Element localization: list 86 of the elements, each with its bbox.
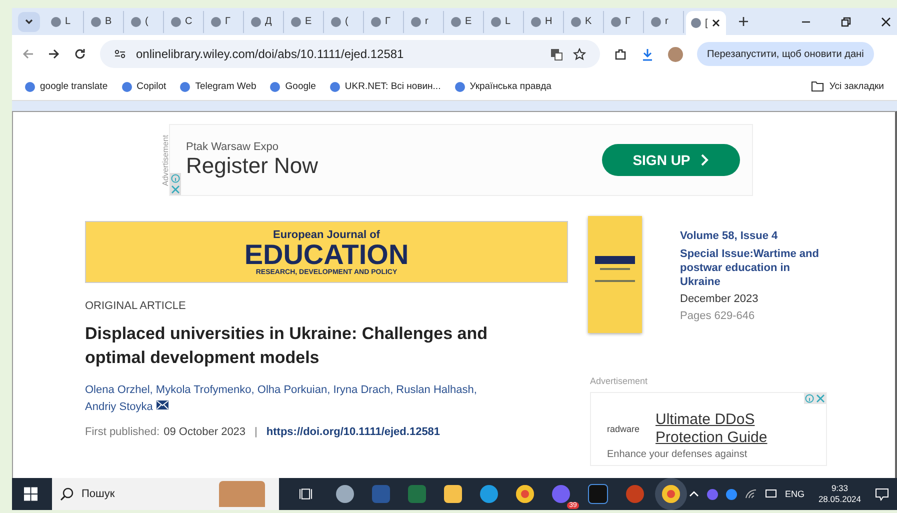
bookmark[interactable]: Telegram Web: [175, 79, 262, 94]
display-icon[interactable]: [764, 489, 777, 499]
search-icon: [60, 487, 74, 501]
browser-tab[interactable]: E: [446, 10, 484, 32]
bookmark[interactable]: Copilot: [116, 79, 172, 94]
issue-link[interactable]: Volume 58, Issue 4: [680, 229, 820, 243]
bookmark[interactable]: Українська правда: [450, 79, 556, 94]
folder-icon: [811, 81, 824, 92]
browser-tab[interactable]: L: [46, 10, 84, 32]
advertisement-label: Advertisement: [590, 376, 649, 386]
viber-icon[interactable]: [552, 485, 570, 503]
browser-tab[interactable]: K: [566, 10, 604, 32]
article-type: ORIGINAL ARTICLE: [85, 300, 187, 312]
app-icon[interactable]: [588, 484, 608, 504]
all-bookmarks-button[interactable]: Усі закладки: [806, 79, 889, 94]
zoom-tray-icon[interactable]: [726, 488, 737, 500]
ad-sponsor: Ptak Warsaw Expo: [186, 141, 280, 153]
browser-tab[interactable]: E: [286, 10, 324, 32]
browser-tab[interactable]: B: [86, 10, 124, 32]
ad-headline: Register Now: [186, 153, 320, 179]
forward-icon[interactable]: [48, 48, 60, 60]
update-button[interactable]: Перезапустити, щоб оновити дані: [697, 42, 874, 66]
browser-tab[interactable]: (: [126, 10, 164, 32]
back-icon[interactable]: [22, 48, 34, 60]
browser-tab[interactable]: (: [326, 10, 364, 32]
journal-cover-thumbnail[interactable]: [588, 216, 642, 333]
published-date: 09 October 2023: [164, 426, 246, 438]
published-label: First published:: [85, 426, 160, 438]
browser-tab[interactable]: Г: [606, 10, 644, 32]
separator: |: [254, 426, 258, 438]
browser-tab[interactable]: L: [486, 10, 524, 32]
browser-tab[interactable]: Г: [206, 10, 244, 32]
site-settings-icon[interactable]: [114, 48, 126, 60]
viber-tray-icon[interactable]: [706, 488, 718, 500]
browser-tab[interactable]: C: [166, 10, 204, 32]
close-icon[interactable]: [881, 16, 891, 26]
windows-start-icon[interactable]: [24, 487, 38, 501]
journal-subtitle: European Journal of: [273, 228, 380, 240]
bookmark[interactable]: UKR.NET: Всі новин...: [324, 79, 446, 94]
bookmark[interactable]: Google: [265, 79, 321, 94]
advertisement-label: Advertisement: [161, 133, 169, 188]
author-list[interactable]: Olena Orzhel, Mykola Trofymenko, Olha Porkuian, Iryna Drach, Ruslan Halhash, Andriy Stoyka: [85, 382, 505, 416]
envelope-icon[interactable]: [156, 400, 169, 410]
translate-icon[interactable]: [550, 48, 563, 60]
ad-headline-link[interactable]: Ultimate DDoS Protection Guide: [656, 411, 796, 447]
page-range: Pages 629-646: [680, 309, 756, 323]
close-icon[interactable]: [712, 19, 720, 27]
extensions-icon[interactable]: [614, 48, 627, 60]
special-issue-link[interactable]: Special Issue:Wartime and postwar education in Ukraine: [680, 247, 820, 289]
doi-link[interactable]: https://doi.org/10.1111/ejed.12581: [266, 426, 440, 438]
journal-title: EDUCATION: [244, 240, 409, 268]
powerpoint-icon[interactable]: [626, 485, 644, 503]
folder-icon[interactable]: [444, 485, 462, 503]
excel-icon[interactable]: [408, 485, 426, 503]
article-title: Displaced universities in Ukraine: Challenges and optimal development models: [85, 323, 488, 369]
browser-tab[interactable]: [: [686, 11, 726, 35]
browser-tab[interactable]: Д: [246, 10, 284, 32]
browser-tab[interactable]: r: [646, 10, 684, 32]
chevron-right-icon: [700, 154, 710, 166]
bookmark[interactable]: google translate: [20, 79, 113, 94]
wifi-icon[interactable]: [744, 489, 757, 499]
task-view-icon[interactable]: [299, 487, 313, 501]
star-icon[interactable]: [573, 48, 586, 60]
reload-icon[interactable]: [74, 48, 86, 60]
browser-tab[interactable]: r: [406, 10, 444, 32]
restore-icon[interactable]: [841, 16, 851, 26]
tab-search-button[interactable]: [18, 12, 40, 32]
browser-tab[interactable]: H: [526, 10, 564, 32]
language-indicator[interactable]: ENG: [784, 489, 804, 499]
sign-up-button[interactable]: SIGN UP: [602, 144, 740, 176]
chrome-icon[interactable]: [662, 485, 680, 503]
brand-logo: radware: [607, 424, 640, 434]
download-icon[interactable]: [641, 48, 654, 60]
chrome-icon[interactable]: [516, 485, 534, 503]
new-tab-icon[interactable]: [738, 16, 749, 27]
notifications-icon[interactable]: [875, 488, 889, 500]
chevron-down-icon: [24, 16, 34, 26]
ad-body-text: Enhance your defenses against: [607, 449, 748, 460]
browser-tab[interactable]: Г: [366, 10, 404, 32]
profile-avatar[interactable]: [668, 46, 683, 62]
edge-icon[interactable]: [480, 485, 498, 503]
issue-date: December 2023: [680, 292, 760, 306]
chevron-up-icon[interactable]: [688, 490, 699, 498]
taskbar-search-field[interactable]: Пошук: [52, 478, 280, 510]
clock[interactable]: 9:33 28.05.2024: [818, 483, 861, 505]
address-bar[interactable]: onlinelibrary.wiley.com/doi/abs/10.1111/ejed.12581: [100, 40, 600, 68]
